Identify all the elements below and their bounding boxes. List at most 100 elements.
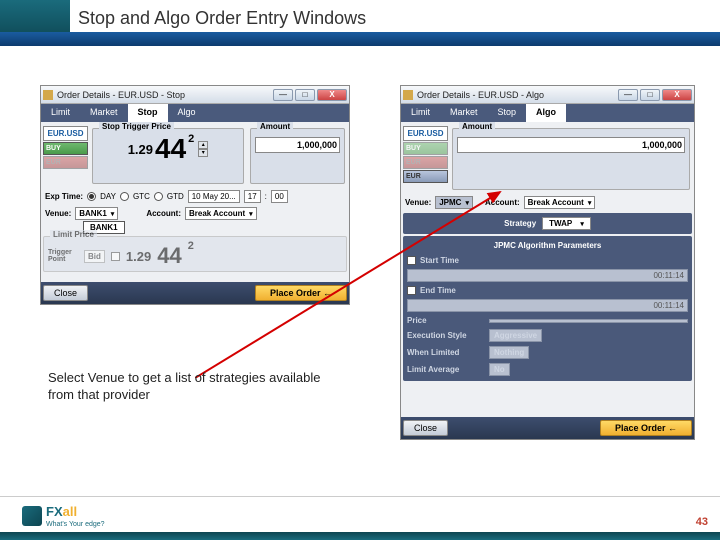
side-buttons: EUR.USD BUY EUR EUR — [403, 126, 448, 192]
tab-limit[interactable]: Limit — [401, 104, 440, 122]
price-stepper[interactable]: ▴▾ — [198, 141, 208, 157]
panel-title: Limit Price — [50, 230, 97, 239]
limit-average-label: Limit Average — [407, 365, 485, 374]
currency-toggle[interactable]: EUR — [403, 170, 448, 183]
tab-stop[interactable]: Stop — [128, 104, 168, 122]
price-input[interactable] — [489, 319, 688, 323]
buy-button[interactable]: BUY — [403, 142, 448, 155]
side-buttons: EUR.USD BUY EUR — [43, 126, 88, 186]
order-tabs: Limit Market Stop Algo — [41, 104, 349, 122]
strategy-dropdown[interactable]: TWAP ▾ — [542, 217, 591, 230]
tab-algo[interactable]: Algo — [168, 104, 206, 122]
bottom-bar: Close Place Order ← — [401, 417, 694, 439]
titlebar[interactable]: Order Details - EUR.USD - Stop — □ X — [41, 86, 349, 104]
exec-style-dropdown[interactable]: Aggressive — [489, 329, 542, 342]
currency-pair[interactable]: EUR.USD — [403, 126, 448, 141]
end-time-checkbox[interactable] — [407, 286, 416, 295]
window-title: Order Details - EUR.USD - Algo — [417, 90, 618, 100]
maximize-button[interactable]: □ — [640, 89, 660, 101]
params-title: JPMC Algorithm Parameters — [407, 239, 688, 254]
start-time-label: Start Time — [420, 256, 498, 265]
exec-style-label: Execution Style — [407, 331, 485, 340]
logo-tagline: What's Your edge? — [46, 521, 105, 528]
price-big[interactable]: 44 — [155, 135, 186, 163]
tab-limit[interactable]: Limit — [41, 104, 80, 122]
sell-button[interactable]: EUR — [403, 156, 448, 169]
venue-dropdown[interactable]: BANK1▾ — [75, 207, 118, 220]
minimize-button[interactable]: — — [618, 89, 638, 101]
close-button[interactable]: X — [662, 89, 692, 101]
price-whole: 1.29 — [128, 142, 153, 157]
minimize-button[interactable]: — — [273, 89, 293, 101]
radio-gtc[interactable] — [120, 192, 129, 201]
app-icon — [403, 90, 413, 100]
account-dropdown[interactable]: Break Account▾ — [524, 196, 596, 209]
end-time-input[interactable]: 00:11:14 — [407, 299, 688, 312]
caption-text: Select Venue to get a list of strategies… — [48, 370, 328, 404]
when-limited-dropdown[interactable]: Nothing — [489, 346, 529, 359]
tab-stop[interactable]: Stop — [488, 104, 527, 122]
start-time-input[interactable]: 00:11:14 — [407, 269, 688, 282]
page-number: 43 — [696, 516, 708, 528]
panel-title: Amount — [459, 122, 495, 131]
date-picker[interactable]: 10 May 20... — [188, 190, 240, 203]
limit-average-dropdown[interactable]: No — [489, 363, 510, 376]
account-dropdown[interactable]: Break Account▾ — [185, 207, 257, 220]
limit-checkbox[interactable] — [111, 252, 120, 261]
buy-button[interactable]: BUY — [43, 142, 88, 155]
exp-label: Exp Time: — [45, 192, 83, 201]
app-icon — [43, 90, 53, 100]
close-order-button[interactable]: Close — [43, 285, 88, 301]
strategy-label: Strategy — [504, 219, 536, 228]
venue-label: Venue: — [405, 198, 431, 207]
venue-dropdown[interactable]: JPMC▾ — [435, 196, 473, 209]
logo-mark-icon — [22, 506, 42, 526]
amount-input[interactable]: 1,000,000 — [457, 137, 685, 153]
limit-price-panel: Limit Price Trigger Point Bid 1.29 44 2 — [43, 236, 347, 272]
stop-order-window: Order Details - EUR.USD - Stop — □ X Lim… — [40, 85, 350, 305]
amount-panel: Amount 1,000,000 — [250, 128, 345, 184]
stop-trigger-price-panel: Stop Trigger Price 1.29 44 2 ▴▾ — [92, 128, 244, 184]
expiry-row: Exp Time: DAY GTC GTD 10 May 20... 17: 0… — [41, 188, 349, 205]
when-limited-label: When Limited — [407, 348, 485, 357]
trigger-dropdown[interactable]: Bid — [84, 250, 105, 263]
fxall-logo: FXall What's Your edge? — [22, 503, 105, 528]
currency-pair[interactable]: EUR.USD — [43, 126, 88, 141]
venue-label: Venue: — [45, 209, 71, 218]
tab-market[interactable]: Market — [440, 104, 488, 122]
strategy-row: Strategy TWAP ▾ — [403, 213, 692, 234]
venue-account-row: Venue: JPMC▾ Account: Break Account▾ — [401, 194, 694, 211]
sell-button[interactable]: EUR — [43, 156, 88, 169]
account-label: Account: — [485, 198, 520, 207]
place-order-button[interactable]: Place Order ← — [255, 285, 347, 301]
amount-input[interactable]: 1,000,000 — [255, 137, 340, 153]
footer-strip — [0, 532, 720, 540]
close-order-button[interactable]: Close — [403, 420, 448, 436]
radio-day[interactable] — [87, 192, 96, 201]
tab-algo[interactable]: Algo — [526, 104, 566, 122]
end-time-label: End Time — [420, 286, 498, 295]
slide-header: Stop and Algo Order Entry Windows — [0, 0, 720, 50]
slide-footer: FXall What's Your edge? 43 — [0, 496, 720, 540]
window-title: Order Details - EUR.USD - Stop — [57, 90, 273, 100]
trigger-label: Trigger Point — [48, 249, 78, 263]
panel-title: Amount — [257, 122, 293, 131]
minute-input[interactable]: 00 — [271, 190, 288, 203]
venue-account-row: Venue: BANK1▾ BANK1 Account: Break Accou… — [41, 205, 349, 222]
header-strip — [0, 32, 720, 46]
tab-market[interactable]: Market — [80, 104, 128, 122]
price-label: Price — [407, 316, 485, 325]
titlebar[interactable]: Order Details - EUR.USD - Algo — □ X — [401, 86, 694, 104]
close-button[interactable]: X — [317, 89, 347, 101]
algo-params-panel: JPMC Algorithm Parameters Start Time 00:… — [403, 236, 692, 381]
slide-title: Stop and Algo Order Entry Windows — [78, 8, 366, 29]
amount-panel: Amount 1,000,000 — [452, 128, 690, 190]
bottom-bar: Close Place Order ← — [41, 282, 349, 304]
panel-title: Stop Trigger Price — [99, 122, 174, 131]
hour-input[interactable]: 17 — [244, 190, 261, 203]
start-time-checkbox[interactable] — [407, 256, 416, 265]
place-order-button[interactable]: Place Order ← — [600, 420, 692, 436]
order-tabs: Limit Market Stop Algo — [401, 104, 694, 122]
maximize-button[interactable]: □ — [295, 89, 315, 101]
radio-gtd[interactable] — [154, 192, 163, 201]
